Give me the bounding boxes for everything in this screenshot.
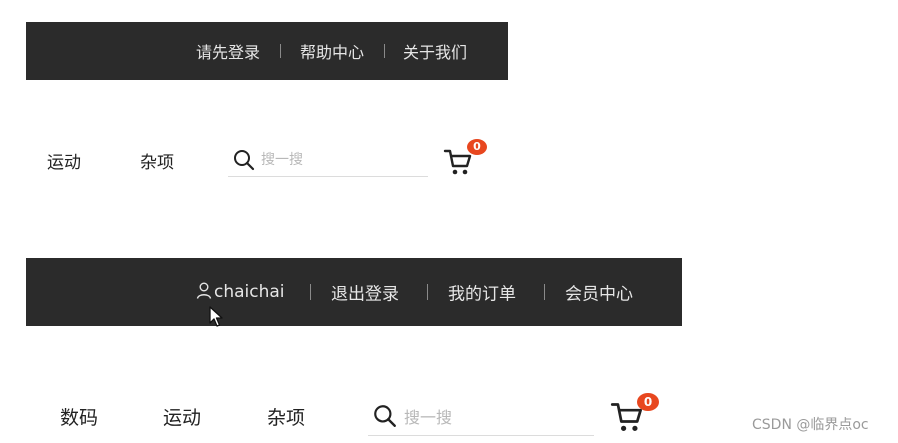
cart-button[interactable]: 0 xyxy=(443,139,489,175)
topbar-divider xyxy=(280,44,281,58)
topbar-logged-out: 请先登录 帮助中心 关于我们 xyxy=(26,22,508,80)
search-icon[interactable] xyxy=(232,148,256,172)
search-box xyxy=(228,146,428,177)
search-box xyxy=(368,401,594,436)
topbar-divider xyxy=(427,284,428,300)
nav-item-sports[interactable]: 运动 xyxy=(163,403,201,430)
my-orders-link[interactable]: 我的订单 xyxy=(448,280,516,305)
topbar-divider xyxy=(310,284,311,300)
topbar-divider xyxy=(384,44,385,58)
mouse-cursor-icon xyxy=(209,306,223,327)
stage: 请先登录 帮助中心 关于我们 运动 杂项 0 xyxy=(0,0,898,443)
topbar-divider xyxy=(544,284,545,300)
cart-count-badge: 0 xyxy=(637,393,659,411)
username-label: chaichai xyxy=(214,282,285,302)
help-center-link[interactable]: 帮助中心 xyxy=(300,39,364,63)
member-center-link[interactable]: 会员中心 xyxy=(565,280,633,305)
about-us-link[interactable]: 关于我们 xyxy=(403,39,467,63)
nav-item-misc[interactable]: 杂项 xyxy=(267,403,305,430)
nav-item-sports[interactable]: 运动 xyxy=(47,148,81,173)
topbar-logged-in: chaichai 退出登录 我的订单 会员中心 xyxy=(26,258,682,326)
nav-item-digital[interactable]: 数码 xyxy=(60,403,98,430)
logout-link[interactable]: 退出登录 xyxy=(331,280,399,305)
search-input[interactable] xyxy=(261,149,421,171)
user-icon xyxy=(196,282,212,299)
user-account-link[interactable]: chaichai xyxy=(196,282,285,302)
nav-item-misc[interactable]: 杂项 xyxy=(140,148,174,173)
search-input[interactable] xyxy=(404,405,584,429)
watermark: CSDN @临界点oc xyxy=(752,417,869,433)
cart-button[interactable]: 0 xyxy=(610,393,662,433)
login-link[interactable]: 请先登录 xyxy=(196,39,260,63)
cart-count-badge: 0 xyxy=(467,139,487,155)
search-icon[interactable] xyxy=(372,403,398,429)
